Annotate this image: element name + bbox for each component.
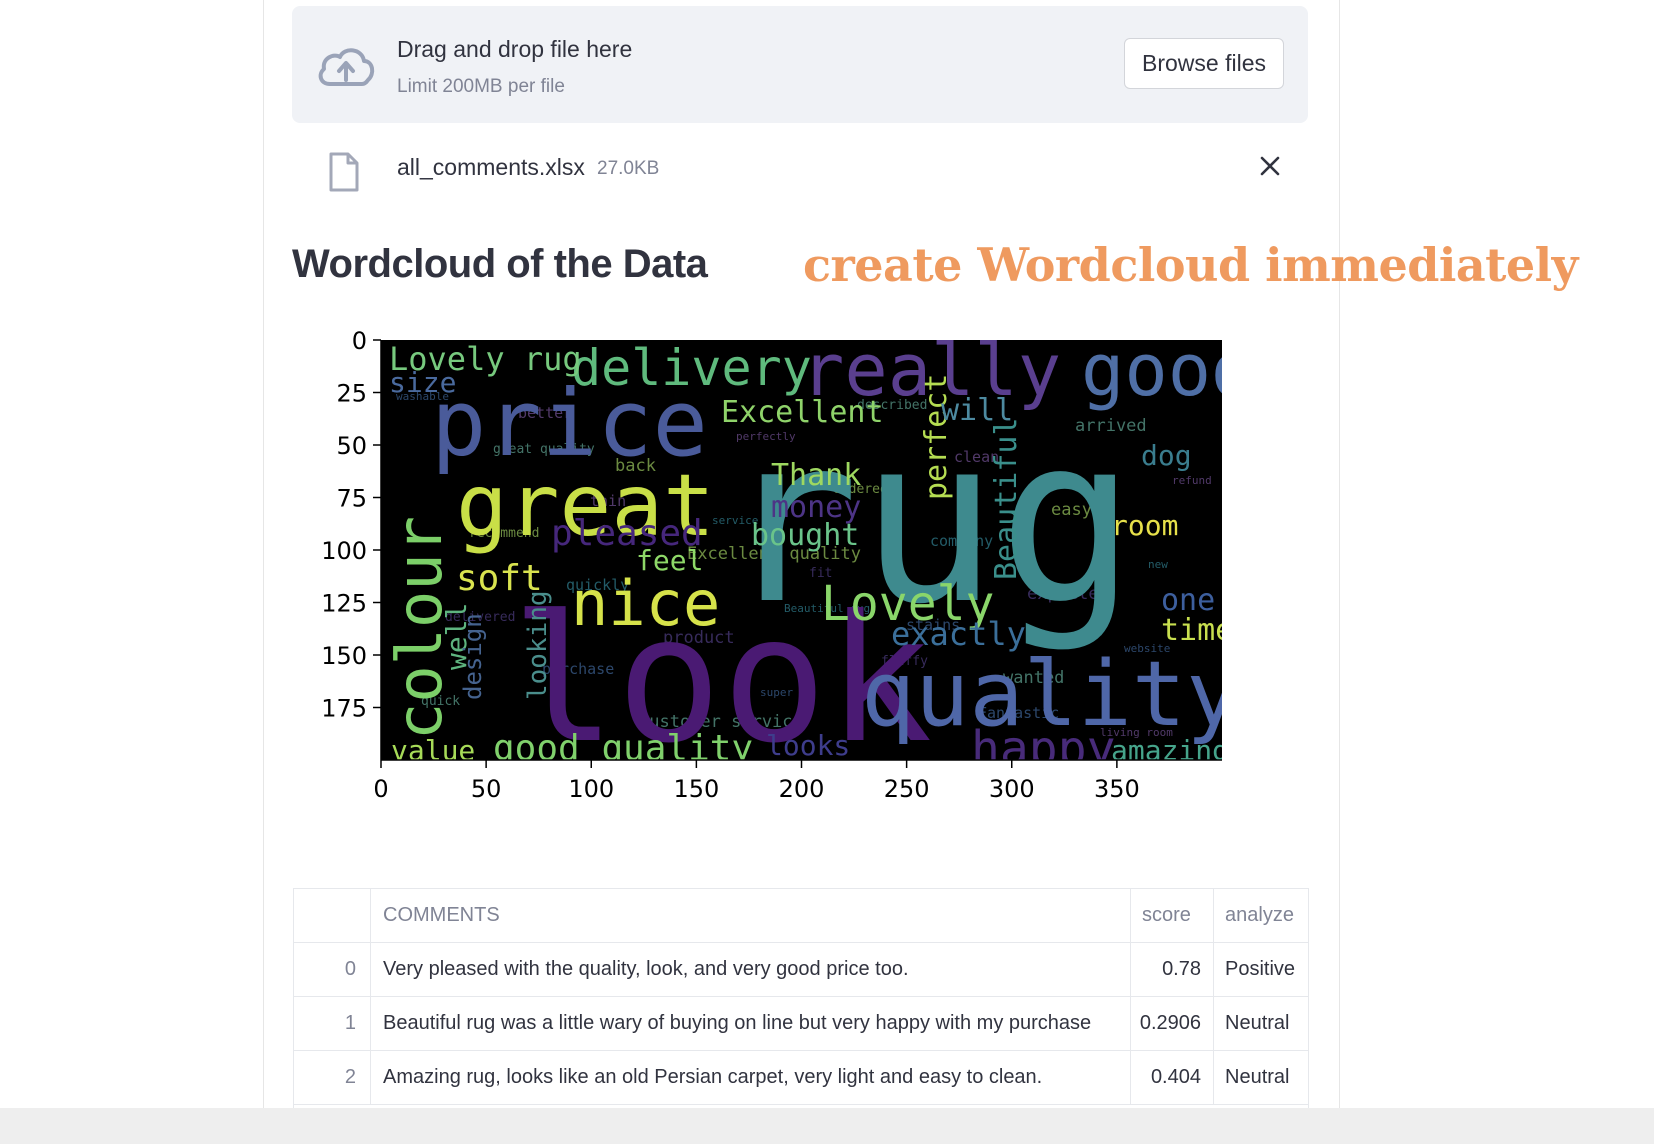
file-size: 27.0KB [597, 158, 660, 179]
wordcloud-word: looks [766, 729, 850, 762]
wordcloud-word: amazing [1111, 734, 1229, 767]
wordcloud-word: nice [571, 567, 720, 640]
wordcloud-word: Excellent [721, 395, 884, 430]
file-icon [328, 152, 360, 197]
score-cell: 0.2906 [1131, 997, 1214, 1050]
uploaded-file-row: all_comments.xlsx 27.0KB [292, 140, 1308, 200]
wordcloud-word: exactly [891, 615, 1026, 653]
wordcloud-word: good quality [493, 728, 753, 769]
page-title: Wordcloud of the Data [292, 242, 708, 286]
cloud-upload-icon [316, 44, 376, 95]
index-header [294, 889, 371, 942]
x-tick-label: 300 [989, 775, 1035, 803]
score-header[interactable]: score [1131, 889, 1214, 942]
file-dropzone[interactable]: Drag and drop file here Limit 200MB per … [292, 6, 1308, 123]
analyze-cell: Neutral [1225, 1066, 1290, 1088]
comment-cell: Amazing rug, looks like an old Persian c… [371, 1051, 1131, 1104]
y-tick-label: 100 [321, 537, 367, 565]
wordcloud-word: good [1081, 328, 1254, 412]
table-row[interactable]: 2 Amazing rug, looks like an old Persian… [294, 1051, 1308, 1105]
wordcloud-word: bought [751, 518, 859, 553]
comments-header[interactable]: COMMENTS [371, 889, 1131, 942]
wordcloud-word: time [1161, 613, 1233, 648]
wordcloud-word: feel [636, 544, 703, 577]
dropzone-title: Drag and drop file here [397, 36, 633, 62]
y-tick-label: 150 [321, 642, 367, 670]
row-index: 2 [294, 1051, 371, 1104]
comment-cell: Very pleased with the quality, look, and… [371, 943, 1131, 996]
overlay-annotation: create Wordcloud immediately [803, 238, 1578, 292]
y-tick-label: 25 [336, 380, 367, 408]
y-tick-label: 125 [321, 590, 367, 618]
left-frame-line [263, 0, 264, 1108]
score-cell: 0.78 [1131, 943, 1214, 996]
row-index: 0 [294, 943, 371, 996]
wordcloud-minor-word: new [1148, 558, 1168, 571]
table-header: COMMENTS score analyze [294, 889, 1308, 943]
analyze-cell: Positive [1225, 958, 1296, 980]
y-tick-label: 175 [321, 695, 367, 723]
table-row[interactable]: 1 Beautiful rug was a little wary of buy… [294, 997, 1308, 1051]
y-tick-label: 0 [352, 327, 367, 355]
wordcloud-word: Thank [771, 458, 861, 493]
browse-files-button[interactable]: Browse files [1124, 38, 1284, 89]
dropzone-limit-text: Limit 200MB per file [397, 76, 565, 97]
wordcloud-chart: washablegreat qualitythinExcellent quali… [321, 327, 1281, 803]
wordcloud-word: happy [971, 721, 1116, 777]
wordcloud-word: value [391, 734, 475, 767]
x-tick-label: 100 [568, 775, 614, 803]
x-tick-label: 0 [373, 775, 388, 803]
comments-table[interactable]: COMMENTS score analyze 0 Very pleased wi… [293, 888, 1309, 1109]
analyze-header[interactable]: analyze [1214, 889, 1308, 942]
score-cell: 0.404 [1131, 1051, 1214, 1104]
x-tick-label: 150 [673, 775, 719, 803]
table-row[interactable]: 0 Very pleased with the quality, look, a… [294, 943, 1308, 997]
x-tick-label: 200 [779, 775, 825, 803]
wordcloud-word: room [1111, 509, 1178, 542]
y-tick-label: 75 [336, 485, 367, 513]
wordcloud-word: design [459, 613, 487, 700]
wordcloud-word: dog [1141, 439, 1192, 472]
wordcloud-word: will [941, 393, 1013, 428]
row-index: 1 [294, 997, 371, 1050]
wordcloud-word: delivery [571, 339, 812, 397]
comment-cell: Beautiful rug was a little wary of buyin… [371, 997, 1131, 1050]
close-icon[interactable] [1258, 154, 1282, 183]
wordcloud-word: looking [523, 590, 553, 700]
wordcloud-word: Beautiful [989, 417, 1024, 580]
bottom-bar [0, 1108, 1654, 1144]
wordcloud-word: size [389, 366, 456, 399]
x-tick-label: 250 [884, 775, 930, 803]
right-frame-line [1339, 0, 1340, 1108]
wordcloud-minor-word: refund [1172, 474, 1212, 487]
file-name: all_comments.xlsx [397, 154, 585, 180]
x-tick-label: 350 [1094, 775, 1140, 803]
wordcloud-word: love [1211, 590, 1281, 735]
y-tick-label: 50 [336, 432, 367, 460]
x-tick-label: 50 [471, 775, 502, 803]
analyze-cell: Neutral [1225, 1012, 1290, 1034]
